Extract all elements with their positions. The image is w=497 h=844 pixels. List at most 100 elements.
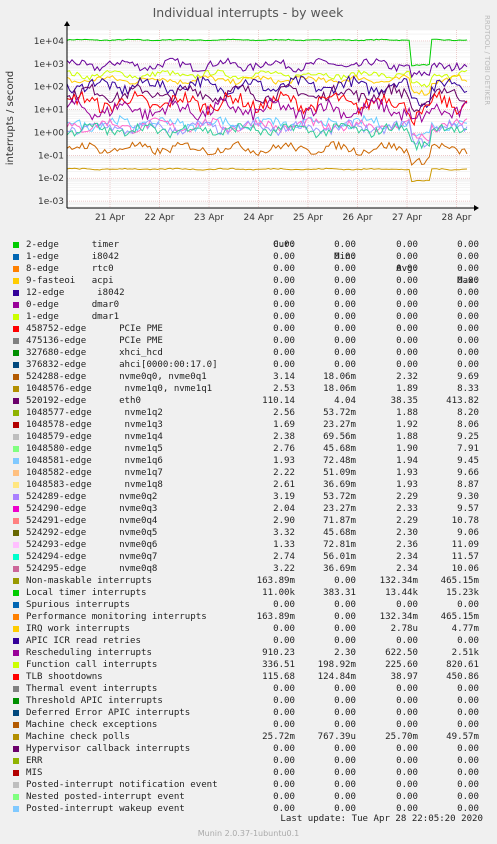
legend-row: Rescheduling interrupts 910.23 2.30 622.50 2… [13, 647, 493, 659]
legend-series-name: 2-edge timer [26, 240, 120, 250]
legend-swatch [13, 494, 19, 500]
legend-row: Machine check polls 25.72m 767.39u 25.70m 49… [13, 731, 493, 743]
legend-row: IRQ work interrupts 0.00 0.00 2.78u 4.77m [13, 623, 493, 635]
legend-series-name: 1-edge i8042 [26, 252, 120, 262]
legend-max-value: 0.00 [457, 360, 479, 370]
legend-series-name: MIS [26, 768, 43, 778]
legend-swatch [13, 254, 19, 260]
legend-row: 520192-edge eth0 110.14 4.04 38.35 413.82 [13, 395, 493, 407]
y-axis-label: interrupts / second [5, 71, 16, 165]
legend-max-value: 8.20 [457, 408, 479, 418]
legend-row: 0-edge dmar0 0.00 0.00 0.00 0.00 [13, 299, 493, 311]
legend-series-name: 9-fasteoi acpi [26, 276, 114, 286]
legend-swatch [13, 638, 19, 644]
legend-max-value: 10.78 [451, 516, 479, 526]
legend-swatch [13, 590, 19, 596]
y-tick-label: 1e+00 [34, 128, 65, 138]
legend-max-value: 49.57m [446, 732, 479, 742]
legend-max-value: 8.06 [457, 420, 479, 430]
legend-max-value: 0.00 [457, 252, 479, 262]
legend-series-name: IRQ work interrupts [26, 624, 131, 634]
legend-max-value: 0.00 [457, 684, 479, 694]
legend-series-name: APIC ICR read retries [26, 636, 141, 646]
legend-series-name: 12-edge i8042 [26, 288, 125, 298]
legend-max-value: 11.09 [451, 540, 479, 550]
legend-row: Function call interrupts 336.51 198.92m 225… [13, 659, 493, 671]
last-update: Last update: Tue Apr 28 22:05:20 2020 [280, 814, 483, 824]
legend-series-name: Posted-interrupt notification event [26, 780, 218, 790]
legend-swatch [13, 566, 19, 572]
legend-swatch [13, 374, 19, 380]
legend-row: 524291-edge nvme0q4 2.90 71.87m 2.29 10.78 [13, 515, 493, 527]
legend-swatch [13, 710, 19, 716]
legend-swatch [13, 530, 19, 536]
legend-max-value: 11.57 [451, 552, 479, 562]
legend-swatch [13, 350, 19, 356]
legend-row: 1048581-edge nvme1q6 1.93 72.48m 1.94 9.45 [13, 455, 493, 467]
legend-max-value: 15.23k [446, 588, 479, 598]
legend-max-value: 2.51k [451, 648, 479, 658]
legend-series-name: 475136-edge PCIe PME [26, 336, 163, 346]
legend-series-name: 0-edge dmar0 [26, 300, 120, 310]
legend-row: 1-edge dmar1 0.00 0.00 0.00 0.00 [13, 311, 493, 323]
legend-swatch [13, 314, 19, 320]
legend-row: ERR 0.00 0.00 0.00 0.00 [13, 755, 493, 767]
y-tick-label: 1e+04 [34, 37, 65, 47]
legend-row: Nested posted-interrupt event 0.00 0.00 0.0… [13, 791, 493, 803]
legend-series-name: ERR [26, 756, 43, 766]
legend-swatch [13, 758, 19, 764]
legend-series-name: Local timer interrupts [26, 588, 147, 598]
legend-max-value: 0.00 [457, 696, 479, 706]
legend-max-value: 0.00 [457, 264, 479, 274]
legend-series-name: 524288-edge nvme0q0, nvme0q1 [26, 372, 207, 382]
legend-row: 9-fasteoi acpi 0.00 0.00 0.00 0.00 [13, 275, 493, 287]
legend-max-value: 9.30 [457, 492, 479, 502]
legend-swatch [13, 434, 19, 440]
legend-series-name: 327680-edge xhci_hcd [26, 348, 163, 358]
legend-swatch [13, 290, 19, 296]
legend-swatch [13, 770, 19, 776]
y-tick-label: 1e+02 [34, 83, 64, 93]
legend-row: Machine check exceptions 0.00 0.00 0.00 0.00 [13, 719, 493, 731]
legend-series-name: 524293-edge nvme0q6 [26, 540, 158, 550]
legend-series-name: Performance monitoring interrupts [26, 612, 207, 622]
rrdtool-credit: RRDTOOL / TOBI OETIKER [483, 15, 491, 105]
legend-row: 1048582-edge nvme1q7 2.22 51.09m 1.93 9.66 [13, 467, 493, 479]
x-tick-label: 21 Apr [95, 213, 125, 223]
legend-max-value: 9.06 [457, 528, 479, 538]
legend-swatch [13, 278, 19, 284]
legend-max-value: 450.86 [446, 672, 479, 682]
legend-series-name: Machine check exceptions [26, 720, 158, 730]
legend-series-name: Threshold APIC interrupts [26, 696, 163, 706]
legend-swatch [13, 698, 19, 704]
legend-row: 524292-edge nvme0q5 3.32 45.68m 2.30 9.06 [13, 527, 493, 539]
legend-swatch [13, 650, 19, 656]
legend-series-name: Deferred Error APIC interrupts [26, 708, 191, 718]
legend-max-value: 0.00 [457, 768, 479, 778]
legend-row: Performance monitoring interrupts 163.89m… [13, 611, 493, 623]
legend-swatch [13, 518, 19, 524]
munin-version: Munin 2.0.37-1ubuntu0.1 [197, 829, 300, 838]
legend-rows: 2-edge timer 0.00 0.00 0.00 0.00 1-edge i8042… [13, 239, 493, 815]
legend-max-value: 413.82 [446, 396, 479, 406]
legend-row: 2-edge timer 0.00 0.00 0.00 0.00 [13, 239, 493, 251]
legend-swatch [13, 554, 19, 560]
legend-swatch [13, 242, 19, 248]
legend-series-name: 524295-edge nvme0q8 [26, 564, 158, 574]
legend-row: 1-edge i8042 0.00 0.00 0.00 0.00 [13, 251, 493, 263]
legend-max-value: 9.69 [457, 372, 479, 382]
legend-series-name: Thermal event interrupts [26, 684, 158, 694]
legend-row: 1048576-edge nvme1q0, nvme1q1 2.53 18.06m 1… [13, 383, 493, 395]
y-tick-label: 1e+01 [34, 106, 64, 116]
legend-row: 1048578-edge nvme1q3 1.69 23.27m 1.92 8.06 [13, 419, 493, 431]
legend-row: 524293-edge nvme0q6 1.33 72.81m 2.36 11.09 [13, 539, 493, 551]
legend-max-value: 465.15m [440, 612, 479, 622]
legend-max-value: 0.00 [457, 312, 479, 322]
legend-row: 524294-edge nvme0q7 2.74 56.01m 2.34 11.57 [13, 551, 493, 563]
legend-series-name: 8-edge rtc0 [26, 264, 114, 274]
legend-max-value: 0.00 [457, 276, 479, 286]
legend-row: MIS 0.00 0.00 0.00 0.00 [13, 767, 493, 779]
legend-swatch [13, 302, 19, 308]
legend-row: Hypervisor callback interrupts 0.00 0.00 0.… [13, 743, 493, 755]
y-axis-arrow [64, 21, 70, 26]
